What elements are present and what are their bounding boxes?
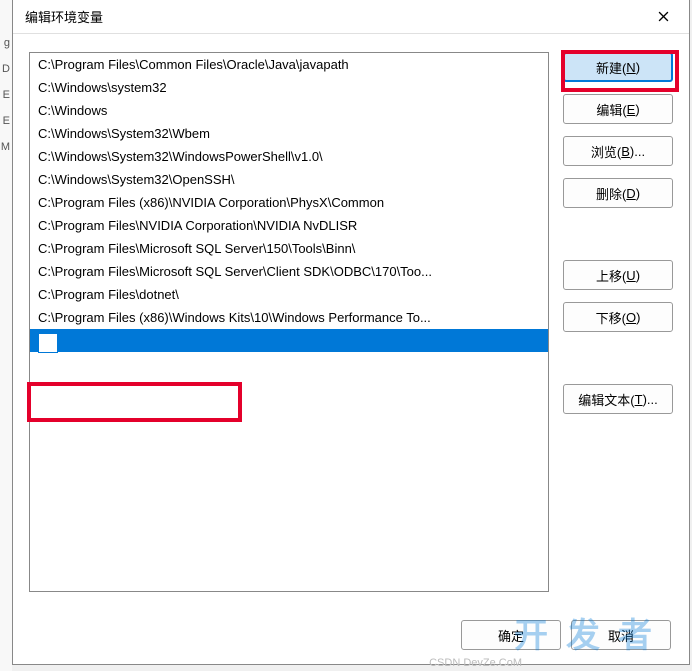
strip-char: g bbox=[0, 30, 10, 56]
left-strip-background: g D E E M bbox=[0, 0, 12, 671]
list-wrapper: C:\Program Files\Common Files\Oracle\Jav… bbox=[29, 52, 549, 600]
browse-button[interactable]: 浏览(B)... bbox=[563, 136, 673, 166]
list-item[interactable]: C:\Program Files\dotnet\ bbox=[30, 283, 548, 306]
titlebar: 编辑环境变量 bbox=[13, 0, 689, 34]
spacer bbox=[563, 344, 673, 372]
list-item[interactable]: C:\Program Files\NVIDIA Corporation\NVID… bbox=[30, 214, 548, 237]
path-listbox[interactable]: C:\Program Files\Common Files\Oracle\Jav… bbox=[29, 52, 549, 592]
strip-char: M bbox=[0, 134, 10, 160]
delete-button[interactable]: 删除(D) bbox=[563, 178, 673, 208]
list-item[interactable]: C:\Windows\System32\OpenSSH\ bbox=[30, 168, 548, 191]
side-buttons: 新建(N) 编辑(E) 浏览(B)... 删除(D) 上移(U) 下移(O) 编… bbox=[563, 52, 673, 600]
list-item-selected[interactable] bbox=[30, 329, 548, 352]
list-item[interactable]: C:\Program Files (x86)\Windows Kits\10\W… bbox=[30, 306, 548, 329]
footer: 确定 取消 bbox=[13, 610, 689, 664]
list-item[interactable]: C:\Program Files\Microsoft SQL Server\Cl… bbox=[30, 260, 548, 283]
strip-char: E bbox=[0, 82, 10, 108]
list-item[interactable]: C:\Windows\System32\Wbem bbox=[30, 122, 548, 145]
movedown-button[interactable]: 下移(O) bbox=[563, 302, 673, 332]
edit-button[interactable]: 编辑(E) bbox=[563, 94, 673, 124]
close-button[interactable] bbox=[647, 3, 679, 31]
list-item[interactable]: C:\Program Files (x86)\NVIDIA Corporatio… bbox=[30, 191, 548, 214]
dialog-title: 编辑环境变量 bbox=[25, 7, 103, 26]
strip-char: E bbox=[0, 108, 10, 134]
list-item[interactable]: C:\Windows\System32\WindowsPowerShell\v1… bbox=[30, 145, 548, 168]
list-item[interactable]: C:\Windows\system32 bbox=[30, 76, 548, 99]
new-button[interactable]: 新建(N) bbox=[563, 52, 673, 82]
list-item[interactable]: C:\Program Files\Microsoft SQL Server\15… bbox=[30, 237, 548, 260]
new-item-input[interactable] bbox=[38, 333, 58, 352]
edittext-button[interactable]: 编辑文本(T)... bbox=[563, 384, 673, 414]
cancel-button[interactable]: 取消 bbox=[571, 620, 671, 650]
list-item[interactable]: C:\Program Files\Common Files\Oracle\Jav… bbox=[30, 53, 548, 76]
strip-char: D bbox=[0, 56, 10, 82]
close-icon bbox=[658, 11, 669, 22]
list-item[interactable]: C:\Windows bbox=[30, 99, 548, 122]
spacer bbox=[563, 220, 673, 248]
edit-envvar-dialog: 编辑环境变量 C:\Program Files\Common Files\Ora… bbox=[12, 0, 690, 665]
content-area: C:\Program Files\Common Files\Oracle\Jav… bbox=[13, 34, 689, 610]
moveup-button[interactable]: 上移(U) bbox=[563, 260, 673, 290]
ok-button[interactable]: 确定 bbox=[461, 620, 561, 650]
